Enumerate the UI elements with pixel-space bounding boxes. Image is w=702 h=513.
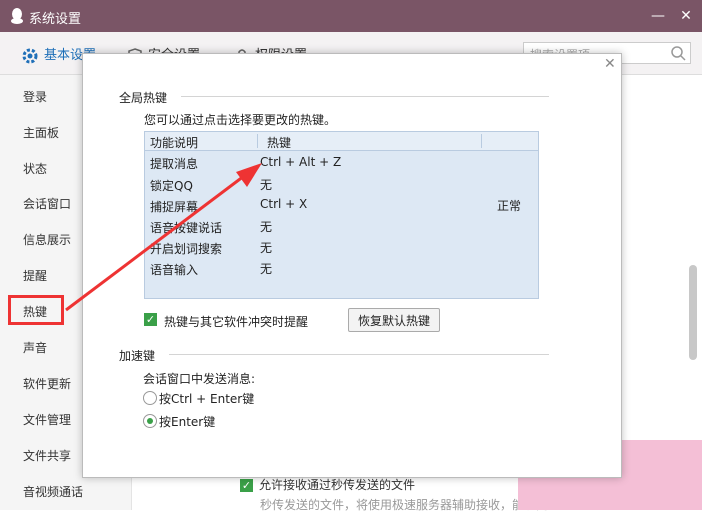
- divider: [181, 96, 549, 97]
- radio-selected-dot: [147, 418, 153, 424]
- radio-enter[interactable]: [143, 414, 157, 428]
- bg-hint: 秒传发送的文件，将使用极速服务器辅助接收，能提高: [260, 498, 549, 512]
- row-function: 开启划词搜索: [150, 242, 223, 256]
- row-hotkey[interactable]: 无: [260, 218, 272, 235]
- sidebar-item-info-display[interactable]: 信息展示: [23, 231, 71, 248]
- bg-checkbox-label: 允许接收通过秒传发送的文件: [259, 478, 416, 492]
- conflict-checkbox-label: 热键与其它软件冲突时提醒: [164, 315, 309, 329]
- hotkey-hint: 您可以通过点击选择要更改的热键。: [144, 113, 337, 127]
- row-function: 语音输入: [150, 263, 199, 277]
- restore-default-hotkeys-button[interactable]: 恢复默认热键: [348, 308, 440, 332]
- col-header-hotkey: 热键: [267, 136, 292, 150]
- row-hotkey[interactable]: 无: [260, 176, 272, 193]
- qq-logo-icon: [11, 8, 23, 24]
- hotkey-table: 功能说明 热键 提取消息 Ctrl + Alt + Z 锁定QQ 无 捕捉屏幕 …: [144, 131, 539, 299]
- table-header: 功能说明 热键: [145, 132, 538, 151]
- hotkey-dialog: ✕ 全局热键 您可以通过点击选择要更改的热键。 功能说明 热键 提取消息 Ctr…: [82, 53, 622, 478]
- hotkey-highlight-box: [8, 295, 64, 325]
- row-hotkey[interactable]: Ctrl + X: [260, 197, 307, 211]
- global-hotkeys-title: 全局热键: [119, 91, 168, 105]
- row-function: 提取消息: [150, 157, 199, 171]
- divider: [169, 354, 549, 355]
- sidebar-item-av-call[interactable]: 音视频通话: [23, 483, 83, 500]
- checkbox-checked-icon: ✓: [240, 479, 253, 492]
- minimize-button[interactable]: —: [648, 6, 668, 26]
- column-divider: [481, 134, 482, 148]
- search-icon[interactable]: [670, 45, 686, 61]
- row-function: 捕捉屏幕: [150, 200, 199, 214]
- radio-ctrl-enter[interactable]: [143, 391, 157, 405]
- row-status: 正常: [497, 199, 522, 213]
- sidebar-item-status[interactable]: 状态: [23, 160, 47, 177]
- send-message-hint: 会话窗口中发送消息:: [143, 372, 256, 386]
- row-hotkey[interactable]: 无: [260, 239, 272, 256]
- close-button[interactable]: ✕: [676, 6, 696, 26]
- window-title: 系统设置: [29, 12, 82, 27]
- sidebar-item-file-sharing[interactable]: 文件共享: [23, 447, 71, 464]
- accelerator-title: 加速键: [119, 349, 156, 363]
- sidebar-item-reminder[interactable]: 提醒: [23, 267, 47, 284]
- row-function: 锁定QQ: [150, 179, 193, 193]
- bg-checkbox-row[interactable]: ✓ 允许接收通过秒传发送的文件: [240, 476, 415, 493]
- col-header-function: 功能说明: [150, 136, 199, 150]
- sidebar-item-chat-window[interactable]: 会话窗口: [23, 195, 71, 212]
- sidebar-item-file-management[interactable]: 文件管理: [23, 411, 71, 428]
- row-function: 语音按键说话: [150, 221, 223, 235]
- sidebar-item-sound[interactable]: 声音: [23, 339, 47, 356]
- column-divider: [257, 134, 258, 148]
- sidebar-item-login[interactable]: 登录: [23, 88, 47, 105]
- title-bar: 系统设置 — ✕: [0, 0, 702, 32]
- radio-ctrl-enter-label: 按Ctrl + Enter键: [159, 392, 255, 406]
- radio-enter-label: 按Enter键: [159, 415, 216, 429]
- dialog-close-button[interactable]: ✕: [604, 56, 616, 72]
- row-hotkey[interactable]: 无: [260, 260, 272, 277]
- sidebar-item-software-update[interactable]: 软件更新: [23, 375, 71, 392]
- scrollbar[interactable]: [689, 265, 697, 360]
- row-hotkey[interactable]: Ctrl + Alt + Z: [260, 155, 341, 169]
- sidebar-item-main-panel[interactable]: 主面板: [23, 124, 59, 141]
- conflict-checkbox[interactable]: ✓: [144, 313, 157, 326]
- gear-icon: [22, 48, 38, 63]
